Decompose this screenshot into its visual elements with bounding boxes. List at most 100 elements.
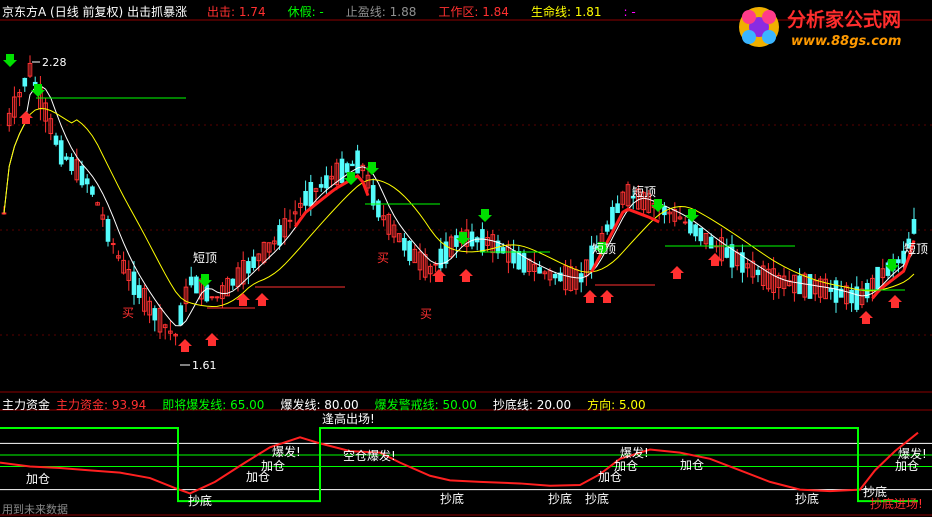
candle-body: [402, 237, 407, 251]
stock-name[interactable]: 京东方A: [2, 5, 46, 19]
candle-body: [58, 140, 64, 165]
candle-body: [438, 248, 444, 269]
sell-arrow-icon-4: [365, 162, 379, 175]
candle-body: [433, 263, 438, 266]
header-indicator-5: : -: [623, 5, 636, 19]
sub-signal-label-7: 加仓: [895, 459, 919, 473]
candle-body: [511, 250, 516, 264]
sub-signal-label-0: 逢高出场!: [322, 411, 375, 426]
candlestick-series: [1, 55, 917, 346]
buy-label-1: 买: [377, 251, 389, 265]
sub-signal-label-8: 爆发!: [272, 444, 301, 459]
candle-body: [469, 231, 475, 247]
candle-body: [615, 203, 620, 214]
candle-body: [604, 224, 610, 232]
buy-label-2: 买: [420, 307, 432, 321]
candle-body: [896, 259, 901, 264]
candle-body: [682, 221, 688, 224]
candle-body: [344, 163, 350, 173]
sub-indicator-0: 主力资金: 93.94: [56, 398, 147, 412]
sub-indicators: 主力资金: 93.94 即将爆发线: 65.00 爆发线: 80.00 爆发警戒线: …: [56, 396, 662, 413]
candle-body: [693, 224, 698, 237]
candle-body: [911, 219, 917, 234]
candle-body: [178, 305, 184, 326]
candle-body: [875, 266, 880, 290]
candle-body: [64, 156, 69, 160]
candle-body: [350, 163, 355, 167]
candle-body: [833, 280, 839, 303]
price-high-label: 2.28: [42, 56, 67, 69]
candle-body: [849, 289, 854, 304]
candle-body: [552, 273, 558, 279]
candle-body: [188, 276, 194, 286]
candle-body: [84, 178, 90, 185]
sub-signal-label-6: 加仓: [680, 458, 704, 472]
candle-body: [724, 247, 730, 258]
sub-signal-label-5: 加仓: [614, 459, 638, 473]
candle-body: [90, 186, 95, 195]
sub-indicator-2: 爆发线: 80.00: [280, 398, 359, 412]
sell-arrow-icon-6: [478, 209, 492, 222]
candle-body: [22, 77, 28, 87]
header-indicator-3: 工作区: 1.84: [438, 5, 509, 19]
header-indicator-0: 出击: 1.74: [207, 5, 266, 19]
candle-body: [355, 150, 360, 174]
short-top-label-2: 短顶: [632, 185, 656, 199]
main-panel-grid: [0, 19, 932, 516]
candle-body: [698, 227, 704, 242]
sub-panel-name[interactable]: 主力资金: [2, 396, 50, 413]
short-top-label-3: 短顶: [904, 242, 928, 256]
sub-signal-label-9: 爆发!: [620, 445, 649, 460]
buy-arrow-icon-3: [236, 293, 250, 306]
candle-body: [318, 184, 324, 188]
site-logo: 分析家公式网 www.88gs.com: [739, 7, 901, 49]
candle-body: [246, 261, 251, 274]
candle-body: [324, 175, 329, 189]
sub-indicator-4: 抄底线: 20.00: [492, 398, 572, 412]
sub-signal-label-15: 抄底: [585, 491, 609, 506]
short-top-label-1: 短顶: [592, 242, 616, 256]
candle-body: [214, 296, 220, 299]
short-top-label-0: 短顶: [193, 251, 217, 265]
header-indicator-4: 生命线: 1.81: [530, 5, 602, 19]
candle-body: [610, 206, 615, 230]
candle-body: [303, 190, 308, 206]
sub-signal-label-18: 抄底进场!: [870, 496, 923, 511]
sub-indicator-3: 爆发警戒线: 50.00: [374, 398, 477, 412]
candle-body: [308, 182, 314, 207]
signal-markers: [3, 54, 902, 352]
buy-arrow-icon-0: [19, 111, 33, 124]
period-label[interactable]: (日线 前复权): [50, 5, 123, 19]
candle-body: [454, 235, 459, 247]
candle-body: [230, 278, 236, 286]
header-indicator-1: 休假: -: [287, 5, 324, 19]
sub-signal-label-16: 抄底: [795, 491, 819, 506]
sub-signal-label-12: 抄底: [188, 493, 212, 508]
footer-note: 用到未来数据: [2, 503, 68, 516]
candle-body: [376, 200, 381, 218]
buy-arrow-icon-5: [432, 269, 446, 282]
candle-body: [105, 218, 111, 242]
sub-signal-label-1: 加仓: [26, 472, 50, 486]
buy-arrow-icon-7: [583, 290, 597, 303]
formula-name[interactable]: 出击抓暴涨: [127, 5, 187, 19]
buy-arrow-icon-6: [459, 269, 473, 282]
candle-body: [204, 284, 210, 302]
candle-body: [251, 256, 256, 268]
chart-area[interactable]: 2.281.61短顶短顶短顶短顶买买买逢高出场!加仓 加仓加仓加仓加仓 加仓 加仓爆发…: [0, 0, 932, 517]
main-capital-line: [0, 431, 919, 495]
sub-panel: [0, 427, 932, 503]
sell-arrow-icon-1: [31, 84, 45, 97]
logo-url: www.88gs.com: [791, 34, 901, 49]
buy-arrow-icon-4: [255, 293, 269, 306]
direction-line: [0, 427, 918, 503]
candle-body: [136, 285, 142, 298]
price-low-label: 1.61: [192, 359, 217, 372]
candle-body: [53, 135, 59, 145]
candle-body: [131, 271, 137, 295]
candle-body: [537, 267, 542, 274]
sub-indicator-5: 方向: 5.00: [587, 398, 646, 412]
sub-signal-label-13: 抄底: [440, 491, 464, 506]
header-indicator-2: 止盈线: 1.88: [345, 5, 417, 19]
candle-body: [69, 156, 74, 171]
